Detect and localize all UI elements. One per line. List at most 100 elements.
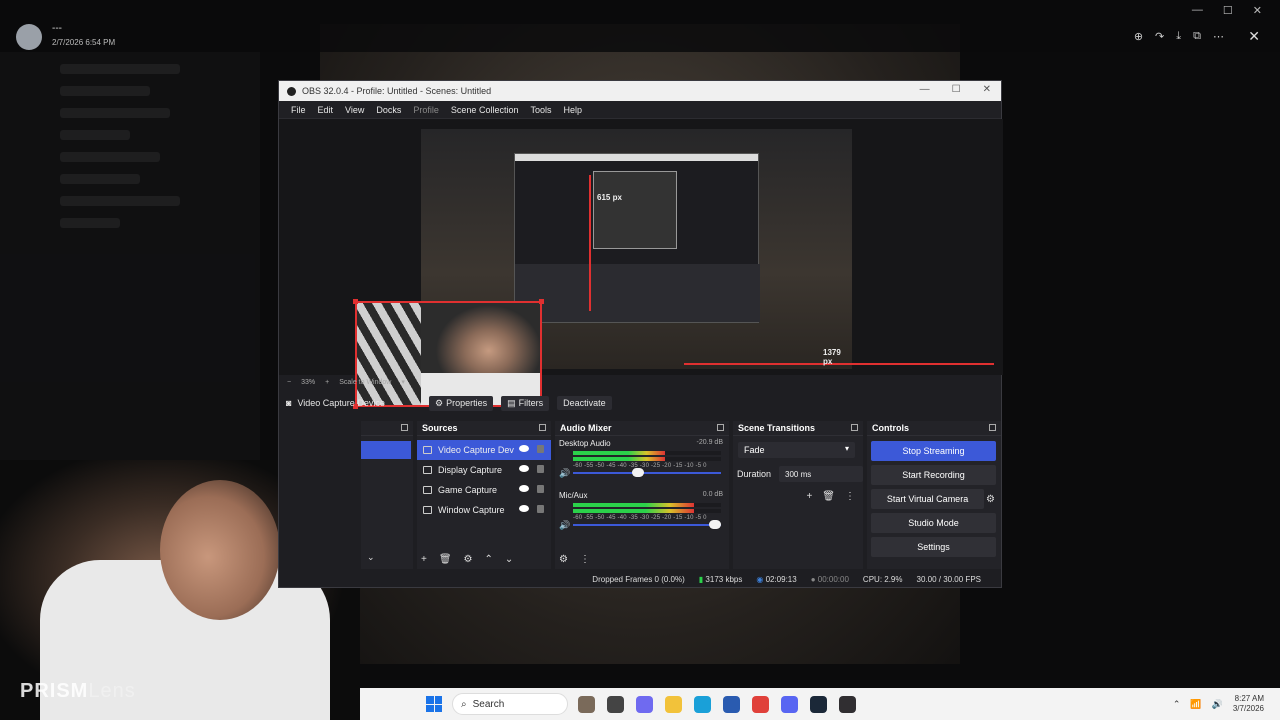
chevron-down-icon[interactable]: ▾ bbox=[401, 378, 405, 386]
gear-icon[interactable]: ⚙ bbox=[986, 494, 995, 505]
menu-profile[interactable]: Profile bbox=[407, 105, 445, 115]
clock[interactable]: 8:27 AM 3/7/2026 bbox=[1233, 694, 1264, 714]
guide-vertical bbox=[589, 175, 591, 311]
more-icon[interactable]: ⋯ bbox=[1213, 30, 1224, 43]
source-row[interactable]: Video Capture Dev bbox=[417, 440, 551, 460]
windows-start-icon[interactable] bbox=[426, 696, 442, 712]
zoom-bar: − 33% + Scale to Window ▾ bbox=[279, 375, 1003, 389]
gear-icon[interactable]: ⚙ bbox=[464, 554, 473, 565]
record-time: ● 00:00:00 bbox=[810, 574, 849, 584]
file-explorer-icon[interactable] bbox=[665, 695, 682, 713]
duration-label: Duration bbox=[737, 469, 772, 479]
source-row[interactable]: Display Capture bbox=[417, 460, 551, 480]
eye-icon[interactable] bbox=[519, 445, 529, 452]
volume-slider[interactable] bbox=[573, 520, 721, 529]
viewer-close-icon[interactable]: ✕ bbox=[1248, 28, 1260, 45]
menu-scene-collection[interactable]: Scene Collection bbox=[445, 105, 525, 115]
volume-knob[interactable] bbox=[709, 520, 721, 529]
avatar[interactable] bbox=[16, 24, 42, 50]
source-row[interactable]: Window Capture bbox=[417, 500, 551, 520]
audio-mixer-title: Audio Mixer bbox=[555, 421, 729, 436]
eye-icon[interactable] bbox=[519, 485, 529, 492]
start-recording-button[interactable]: Start Recording bbox=[871, 465, 996, 485]
settings-button[interactable]: Settings bbox=[871, 537, 996, 557]
lock-icon[interactable] bbox=[537, 505, 544, 513]
add-icon[interactable]: + bbox=[421, 554, 427, 565]
studio-mode-button[interactable]: Studio Mode bbox=[871, 513, 996, 533]
gear-icon[interactable]: ⚙ bbox=[559, 554, 568, 565]
resize-handle[interactable] bbox=[539, 299, 544, 304]
viewer-topbar: --- 2/7/2026 6:54 PM — ☐ ✕ ⊕ ↷ ⤓ ⧉ ⋯ ✕ bbox=[0, 0, 1280, 52]
obs-titlebar: OBS 32.0.4 - Profile: Untitled - Scenes:… bbox=[279, 81, 1001, 101]
volume-slider[interactable] bbox=[573, 468, 721, 477]
taskbar-search[interactable]: ⌕ Search bbox=[452, 693, 568, 715]
maximize-icon[interactable]: ☐ bbox=[952, 84, 961, 95]
volume-knob[interactable] bbox=[632, 468, 645, 477]
more-icon[interactable]: ⋮ bbox=[580, 554, 590, 565]
guide-horizontal-label: 1379 px bbox=[823, 348, 841, 366]
scale-mode[interactable]: Scale to Window bbox=[339, 379, 391, 386]
menu-docks[interactable]: Docks bbox=[370, 105, 407, 115]
menu-edit[interactable]: Edit bbox=[312, 105, 340, 115]
preview-area[interactable]: 615 px 1379 px bbox=[279, 119, 1003, 409]
download-icon[interactable]: ⤓ bbox=[1176, 30, 1181, 43]
steam-icon[interactable] bbox=[810, 695, 827, 713]
add-icon[interactable]: + bbox=[806, 491, 812, 502]
move-up-icon[interactable]: ⌃ bbox=[485, 554, 493, 565]
task-view-icon[interactable] bbox=[607, 695, 624, 713]
close-icon[interactable]: ✕ bbox=[1253, 4, 1262, 17]
menu-help[interactable]: Help bbox=[557, 105, 588, 115]
rotate-icon[interactable]: ↷ bbox=[1155, 30, 1164, 43]
video-capture-source[interactable] bbox=[355, 301, 542, 407]
edge-icon[interactable] bbox=[694, 695, 711, 713]
transitions-dock: Scene Transitions Fade ▾ Duration 300 ms … bbox=[733, 421, 863, 569]
deactivate-button[interactable]: Deactivate bbox=[557, 396, 612, 410]
menu-view[interactable]: View bbox=[339, 105, 370, 115]
chevron-down-icon[interactable]: ⌄ bbox=[367, 552, 375, 563]
duration-field[interactable]: 300 ms bbox=[779, 466, 863, 482]
lock-icon[interactable] bbox=[537, 485, 544, 493]
speaker-icon[interactable]: 🔊 bbox=[559, 520, 570, 531]
more-icon[interactable]: ⋮ bbox=[845, 491, 855, 502]
trash-icon[interactable]: 🗑 bbox=[439, 554, 452, 565]
network-icon[interactable]: 📶 bbox=[1190, 699, 1201, 710]
start-virtual-camera-button[interactable]: Start Virtual Camera bbox=[871, 489, 985, 509]
minimize-icon[interactable]: — bbox=[920, 84, 930, 95]
discord-icon[interactable] bbox=[781, 695, 798, 713]
eye-icon[interactable] bbox=[519, 465, 529, 472]
source-row[interactable]: Game Capture bbox=[417, 480, 551, 500]
store-icon[interactable] bbox=[723, 695, 740, 713]
zoom-in-icon[interactable]: ⊕ bbox=[1134, 30, 1143, 43]
obs-icon[interactable] bbox=[839, 695, 856, 713]
menu-tools[interactable]: Tools bbox=[524, 105, 557, 115]
system-tray: ⌃ 📶 🔊 8:27 AM 3/7/2026 bbox=[1173, 694, 1264, 714]
transition-select[interactable]: Fade ▾ bbox=[738, 442, 855, 458]
close-icon[interactable]: ✕ bbox=[983, 84, 991, 95]
open-external-icon[interactable]: ⧉ bbox=[1193, 30, 1201, 43]
status-bar: Dropped Frames 0 (0.0%) ▮ 3173 kbps ◉ 02… bbox=[279, 571, 1003, 587]
resize-handle[interactable] bbox=[353, 299, 358, 304]
copilot-icon[interactable] bbox=[636, 695, 653, 713]
zoom-out-icon[interactable]: − bbox=[287, 379, 291, 386]
stop-streaming-button[interactable]: Stop Streaming bbox=[871, 441, 996, 461]
properties-button[interactable]: ⚙ Properties bbox=[429, 395, 494, 411]
volume-icon[interactable]: 🔊 bbox=[1212, 699, 1223, 710]
filters-button[interactable]: ▤ Filters bbox=[501, 395, 550, 411]
minimize-icon[interactable]: — bbox=[1192, 4, 1203, 17]
chevron-up-icon[interactable]: ⌃ bbox=[1173, 699, 1181, 710]
zoom-in-icon[interactable]: + bbox=[325, 379, 329, 386]
trash-icon[interactable]: 🗑 bbox=[822, 491, 835, 502]
window-icon bbox=[423, 506, 432, 514]
lock-icon[interactable] bbox=[537, 465, 544, 473]
menu-file[interactable]: File bbox=[285, 105, 312, 115]
record-icon: ● bbox=[810, 574, 816, 584]
transitions-title: Scene Transitions bbox=[733, 421, 863, 436]
move-down-icon[interactable]: ⌄ bbox=[505, 554, 513, 565]
scene-item[interactable] bbox=[361, 441, 411, 459]
lock-icon[interactable] bbox=[537, 445, 544, 453]
speaker-icon[interactable]: 🔊 bbox=[559, 468, 570, 479]
chrome-icon[interactable] bbox=[752, 695, 769, 713]
maximize-icon[interactable]: ☐ bbox=[1223, 4, 1233, 17]
eye-icon[interactable] bbox=[519, 505, 529, 512]
widgets-icon[interactable] bbox=[578, 695, 595, 713]
